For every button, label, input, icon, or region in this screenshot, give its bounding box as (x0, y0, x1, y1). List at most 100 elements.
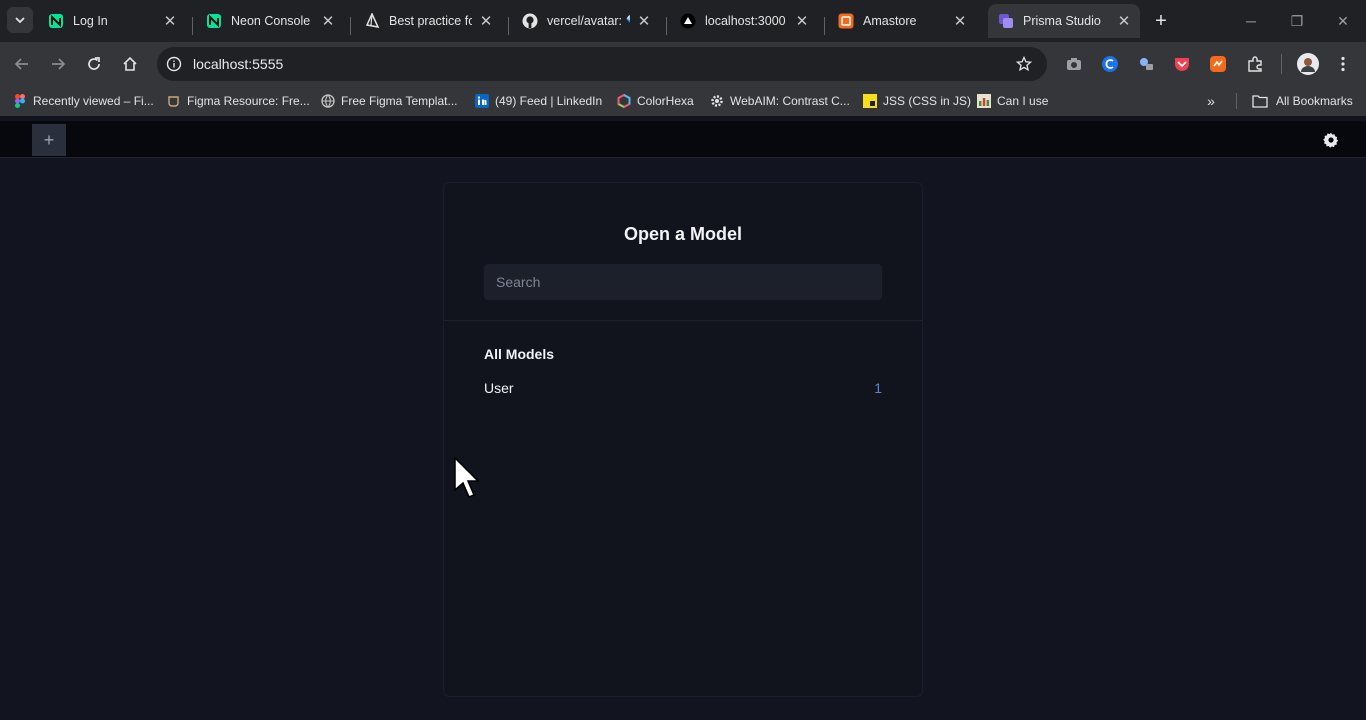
tab-title: Neon Console (231, 14, 311, 28)
extension-blue-icon[interactable] (1100, 54, 1120, 74)
close-icon[interactable]: ✕ (794, 13, 810, 30)
tab-divider (508, 17, 509, 35)
minimize-icon[interactable]: ─ (1240, 10, 1262, 32)
gear-icon (1323, 132, 1339, 148)
bookmark-item[interactable]: WebAIM: Contrast C... (710, 92, 850, 110)
profile-avatar[interactable] (1297, 53, 1319, 75)
address-url[interactable]: localhost:5555 (193, 56, 283, 72)
arrow-right-icon (52, 58, 66, 70)
plus-icon: + (43, 129, 55, 150)
home-button[interactable] (117, 51, 143, 77)
globe-icon (321, 94, 335, 108)
panel-title: Open a Model (623, 224, 742, 244)
close-icon[interactable]: ✕ (636, 13, 652, 30)
camera-icon[interactable] (1064, 54, 1084, 74)
neon-icon (48, 13, 64, 29)
bookmark-item[interactable]: JSS (CSS in JS) (863, 92, 971, 110)
bookmark-item[interactable]: Free Figma Templat... (321, 92, 457, 110)
linkedin-icon (475, 94, 489, 108)
tab-divider (350, 17, 351, 35)
all-bookmarks-label: All Bookmarks (1276, 94, 1353, 108)
browser-tab-active[interactable]: Prisma Studio ✕ (988, 4, 1140, 38)
all-models-heading: All Models (484, 346, 555, 362)
window-close-icon[interactable]: ✕ (1332, 10, 1354, 32)
tab-title: vercel/avatar: 💎 (547, 13, 630, 28)
tab-title: Prisma Studio (1023, 14, 1101, 28)
model-list-item[interactable]: User 1 (484, 376, 882, 400)
figma-icon (13, 94, 27, 108)
browser-toolbar: localhost:5555 (0, 42, 1366, 86)
browser-tab[interactable]: Amastore ✕ (828, 4, 976, 38)
browser-tab-strip: Log In ✕ Neon Console ✕ Best practice fo… (0, 0, 1366, 42)
pocket-icon[interactable] (1172, 54, 1192, 74)
bookmark-item[interactable]: Figma Resource: Fre... (167, 92, 310, 110)
bookmark-label: Figma Resource: Fre... (187, 94, 310, 108)
new-tab-button[interactable]: + (1150, 10, 1172, 32)
model-name: User (484, 380, 514, 396)
prisma-triangle-icon (364, 13, 380, 29)
tab-divider (824, 17, 825, 35)
jss-icon (863, 94, 877, 108)
reload-button[interactable] (81, 51, 107, 77)
open-model-panel: Open a Model All Models User 1 (443, 182, 923, 697)
folder-icon (1252, 94, 1268, 108)
triangle-icon (680, 13, 696, 29)
tab-title: localhost:3000 (705, 14, 786, 28)
bookmark-label: (49) Feed | LinkedIn (495, 94, 603, 108)
browser-tab[interactable]: Best practice for ✕ (354, 4, 502, 38)
restore-icon[interactable]: ❐ (1286, 10, 1308, 32)
close-icon[interactable]: ✕ (478, 13, 494, 30)
prisma-studio-icon (998, 13, 1014, 29)
all-bookmarks-button[interactable]: All Bookmarks (1252, 92, 1353, 110)
caniuse-icon (977, 94, 991, 108)
bookmark-label: JSS (CSS in JS) (883, 94, 972, 108)
tab-title: Amastore (863, 14, 917, 28)
extension-puzzle-icon[interactable] (1136, 54, 1156, 74)
browser-tab[interactable]: localhost:3000 ✕ (670, 4, 818, 38)
close-icon[interactable]: ✕ (952, 13, 968, 30)
bookmarks-bar: Recently viewed – Fi... Figma Resource: … (0, 86, 1366, 116)
bookmark-label: ColorHexa (637, 94, 694, 108)
bookmark-item[interactable]: Recently viewed – Fi... (13, 92, 154, 110)
arrow-left-icon (14, 58, 28, 70)
close-icon[interactable]: ✕ (1116, 13, 1132, 30)
bookmarks-divider (1236, 93, 1237, 109)
tab-title: Log In (73, 14, 108, 28)
bookmark-label: Free Figma Templat... (341, 94, 458, 108)
close-icon[interactable]: ✕ (320, 13, 336, 30)
bookmark-label: WebAIM: Contrast C... (730, 94, 850, 108)
amastore-icon (838, 13, 854, 29)
settings-button[interactable] (1321, 130, 1341, 150)
extension-orange-icon[interactable] (1208, 54, 1228, 74)
extensions-icon[interactable] (1245, 54, 1265, 74)
home-icon (123, 56, 137, 71)
forward-button[interactable] (45, 51, 71, 77)
mouse-cursor-icon (454, 457, 480, 498)
chevron-double-right-icon[interactable]: » (1203, 93, 1219, 109)
bookmark-item[interactable]: (49) Feed | LinkedIn (475, 92, 602, 110)
browser-tab[interactable]: vercel/avatar: 💎 ✕ (512, 4, 660, 38)
add-tab-button[interactable]: + (32, 124, 66, 156)
chevron-down-icon (15, 17, 25, 24)
more-menu-icon[interactable] (1333, 54, 1353, 74)
toolbar-divider (1281, 54, 1282, 74)
tab-search-button[interactable] (7, 7, 33, 33)
bookmark-item[interactable]: ColorHexa (617, 92, 694, 110)
browser-tab[interactable]: Log In ✕ (38, 4, 186, 38)
back-button[interactable] (9, 51, 35, 77)
browser-tab[interactable]: Neon Console ✕ (196, 4, 344, 38)
bookmark-label: Recently viewed – Fi... (33, 94, 154, 108)
address-bar[interactable]: localhost:5555 (157, 47, 1047, 81)
info-icon[interactable] (165, 55, 183, 73)
model-record-count: 1 (874, 380, 882, 396)
tab-divider (192, 17, 193, 35)
gear-icon (710, 94, 724, 108)
star-icon[interactable] (1015, 55, 1033, 73)
tab-divider (666, 17, 667, 35)
bookmark-item[interactable]: Can I use (977, 92, 1048, 110)
colorhexa-icon (617, 94, 631, 108)
neon-icon (206, 13, 222, 29)
close-icon[interactable]: ✕ (162, 13, 178, 30)
model-search-input[interactable] (484, 264, 882, 300)
tab-title: Best practice for (389, 14, 472, 28)
